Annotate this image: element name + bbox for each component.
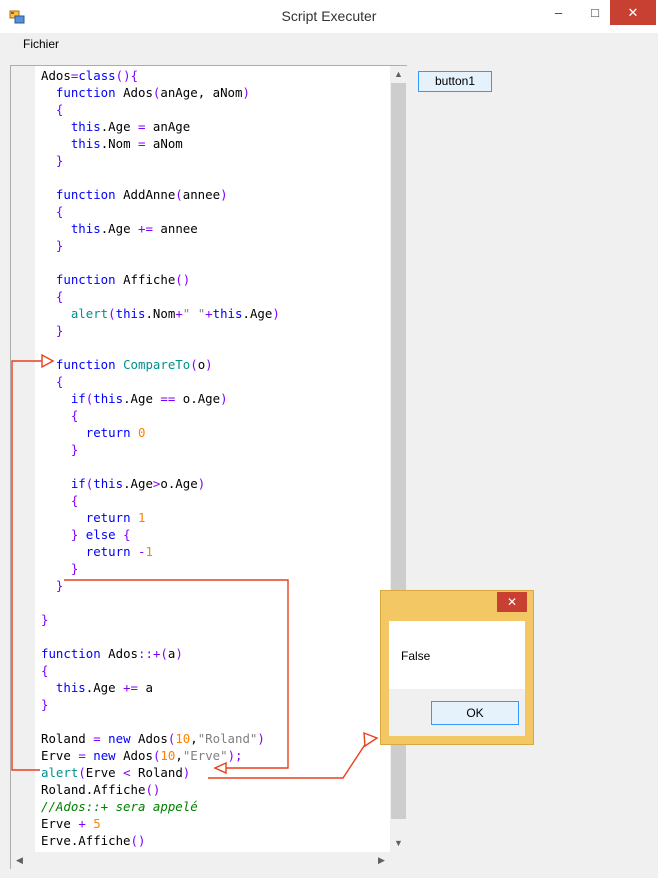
message-dialog: ✕ False OK [380,590,534,745]
annotation-arrowhead-alert [213,761,227,775]
annotation-overlay [11,353,379,779]
dialog-footer: OK [389,689,525,736]
dialog-close-button[interactable]: ✕ [497,592,527,612]
annotation-arrowhead-dialog [363,731,379,748]
dialog-message: False [401,649,431,663]
ok-button[interactable]: OK [431,701,519,725]
annotation-arrow-compareto [64,579,289,769]
annotation-arrowhead-function [41,353,55,369]
dialog-body: False [389,621,525,689]
annotation-arrow-alert [11,360,44,771]
